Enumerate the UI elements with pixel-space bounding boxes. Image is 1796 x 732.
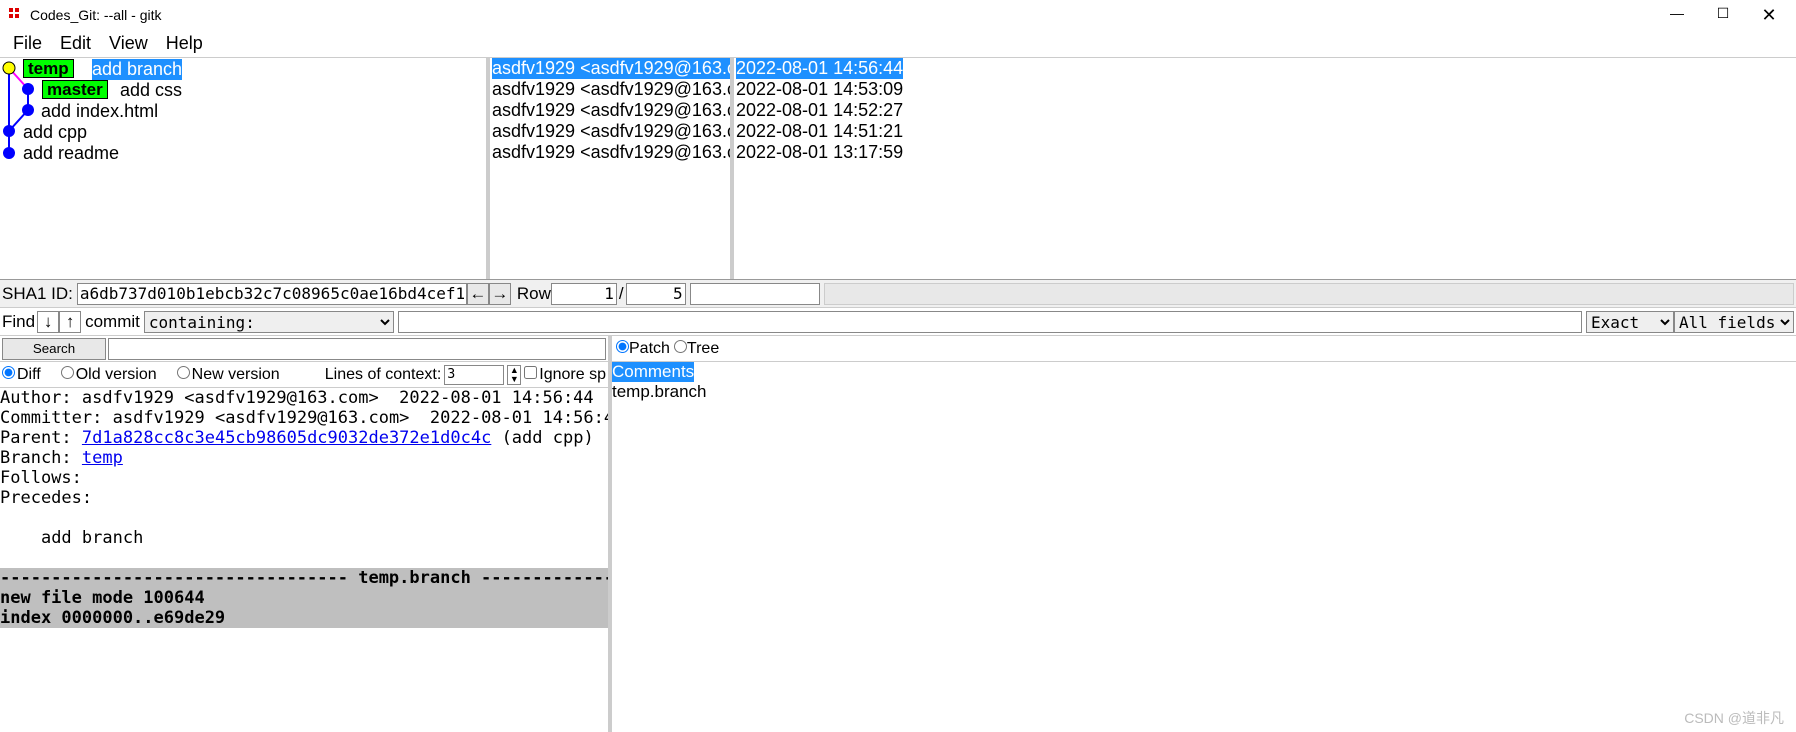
- sha-label: SHA1 ID:: [2, 284, 73, 304]
- search-button[interactable]: Search: [2, 338, 106, 360]
- branch-link[interactable]: temp: [82, 448, 123, 468]
- author-4[interactable]: asdfv1929 <asdfv1929@163.com: [492, 142, 728, 163]
- date-2[interactable]: 2022-08-01 14:52:27: [736, 100, 1794, 121]
- find-exact-select[interactable]: Exact: [1586, 311, 1674, 333]
- find-label: Find: [2, 312, 35, 332]
- file-item[interactable]: temp.branch: [612, 382, 1796, 402]
- commit-msg-4[interactable]: add readme: [23, 143, 119, 164]
- loc-input[interactable]: [444, 365, 504, 385]
- diff-file-header: ---------------------------------- temp.…: [0, 568, 608, 628]
- menu-help[interactable]: Help: [157, 33, 212, 54]
- commit-msg-1[interactable]: add css: [120, 80, 182, 101]
- find-input[interactable]: [398, 311, 1582, 333]
- commit-msg-0[interactable]: add branch: [92, 59, 182, 80]
- file-list-pane[interactable]: Comments temp.branch: [612, 362, 1796, 732]
- extra-input[interactable]: [690, 283, 820, 305]
- patch-radio[interactable]: Patch: [616, 340, 670, 358]
- file-comments[interactable]: Comments: [612, 362, 694, 382]
- menu-edit[interactable]: Edit: [51, 33, 100, 54]
- parent-link[interactable]: 7d1a828cc8c3e45cb98605dc9032de372e1d0c4c: [82, 428, 491, 448]
- gitk-app-icon: [8, 7, 24, 23]
- date-pane[interactable]: 2022-08-01 14:56:44 2022-08-01 14:53:09 …: [734, 58, 1796, 279]
- nav-back-button[interactable]: ←: [467, 283, 489, 305]
- maximize-button[interactable]: ☐: [1712, 5, 1734, 26]
- date-1[interactable]: 2022-08-01 14:53:09: [736, 79, 1794, 100]
- author-1[interactable]: asdfv1929 <asdfv1929@163.com: [492, 79, 728, 100]
- branch-tag-temp[interactable]: temp: [23, 59, 74, 78]
- search-input[interactable]: [108, 338, 606, 360]
- find-commit-label: commit: [85, 312, 140, 332]
- commit-detail-pane[interactable]: Author: asdfv1929 <asdfv1929@163.com> 20…: [0, 388, 608, 732]
- branch-tag-master[interactable]: master: [42, 80, 108, 99]
- find-mode-select[interactable]: containing:: [144, 311, 394, 333]
- row-sep: /: [619, 284, 624, 304]
- ignore-space-checkbox[interactable]: Ignore sp: [524, 366, 606, 384]
- find-down-button[interactable]: ↓: [37, 311, 59, 333]
- sha-input[interactable]: [77, 283, 467, 305]
- commit-msg-3[interactable]: add cpp: [23, 122, 87, 143]
- date-4[interactable]: 2022-08-01 13:17:59: [736, 142, 1794, 163]
- commit-graph-pane[interactable]: temp add branch master add css add index…: [0, 58, 490, 279]
- menu-view[interactable]: View: [100, 33, 157, 54]
- row-total: [626, 283, 686, 305]
- author-0[interactable]: asdfv1929 <asdfv1929@163.com: [492, 58, 734, 79]
- row-label: Row: [517, 284, 551, 304]
- author-3[interactable]: asdfv1929 <asdfv1929@163.com: [492, 121, 728, 142]
- nav-fwd-button[interactable]: →: [489, 283, 511, 305]
- find-up-button[interactable]: ↑: [59, 311, 81, 333]
- new-version-radio[interactable]: New version: [177, 366, 280, 384]
- loc-spinner[interactable]: ▲▼: [507, 365, 521, 385]
- diff-radio[interactable]: Diff: [2, 366, 41, 384]
- menu-file[interactable]: File: [4, 33, 51, 54]
- date-3[interactable]: 2022-08-01 14:51:21: [736, 121, 1794, 142]
- row-num-input[interactable]: [551, 283, 617, 305]
- mid-strip: [824, 283, 1794, 305]
- old-version-radio[interactable]: Old version: [61, 366, 157, 384]
- author-pane[interactable]: asdfv1929 <asdfv1929@163.com asdfv1929 <…: [490, 58, 734, 279]
- menubar: File Edit View Help: [0, 30, 1796, 58]
- close-button[interactable]: ✕: [1758, 5, 1780, 26]
- window-title: Codes_Git: --all - gitk: [30, 7, 161, 23]
- watermark: CSDN @道非凡: [1684, 708, 1784, 728]
- author-2[interactable]: asdfv1929 <asdfv1929@163.com: [492, 100, 728, 121]
- loc-label: Lines of context:: [325, 366, 442, 384]
- tree-radio[interactable]: Tree: [674, 340, 719, 358]
- find-fields-select[interactable]: All fields: [1674, 311, 1794, 333]
- minimize-button[interactable]: —: [1666, 5, 1688, 26]
- date-0[interactable]: 2022-08-01 14:56:44: [736, 58, 903, 79]
- commit-msg-2[interactable]: add index.html: [41, 101, 158, 122]
